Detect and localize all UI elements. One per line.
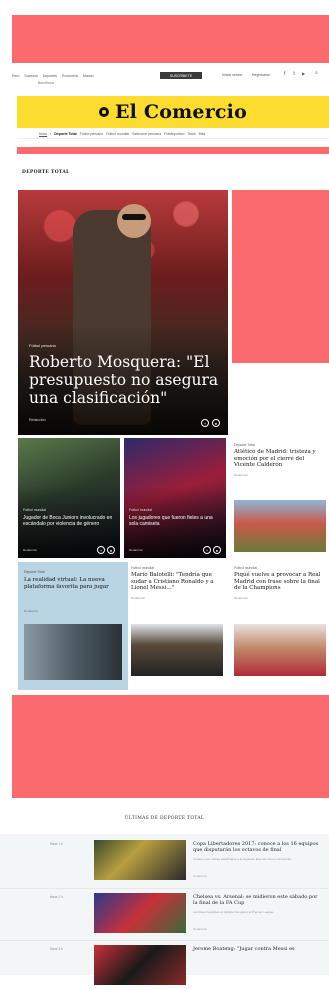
- article-kicker[interactable]: Deporte Total: [234, 443, 326, 447]
- item-image[interactable]: [94, 840, 186, 880]
- top-ad-banner[interactable]: [12, 15, 329, 63]
- item-image[interactable]: [94, 893, 186, 933]
- card-title[interactable]: Los jugadores que fueron fieles a una so…: [129, 515, 221, 527]
- article-card[interactable]: Fútbol mundial Jugador de Boca Juniors i…: [18, 438, 120, 558]
- article-byline: Redacción: [234, 472, 249, 477]
- nav-section[interactable]: Deporte Total: [54, 132, 76, 136]
- text-article[interactable]: Fútbol mundial Mario Balotelli: "Tendría…: [131, 566, 225, 600]
- login-link[interactable]: Iniciar sesión: [222, 73, 242, 77]
- side-ad-banner[interactable]: [232, 190, 329, 363]
- article-kicker[interactable]: Fútbol mundial: [131, 566, 225, 570]
- hero-kicker[interactable]: Fútbol peruano: [29, 343, 56, 348]
- section-title: DEPORTE TOTAL: [22, 170, 70, 175]
- share-icon[interactable]: +: [203, 546, 211, 554]
- bottom-ad-banner[interactable]: [12, 695, 329, 798]
- register-link[interactable]: Registrarse: [252, 73, 270, 77]
- article-byline: Redacción: [24, 609, 39, 613]
- article-title[interactable]: Mario Balotelli: "Tendría que sudar a Cr…: [131, 572, 225, 592]
- text-article[interactable]: Fútbol mundial Piqué vuelve a provocar a…: [234, 566, 326, 600]
- card-kicker[interactable]: Fútbol mundial: [129, 508, 152, 512]
- item-title[interactable]: Copa Libertadores 2017: conoce a los 16 …: [193, 841, 321, 853]
- article-card[interactable]: Fútbol mundial Los jugadores que fueron …: [124, 438, 226, 558]
- facebook-icon[interactable]: f: [284, 71, 285, 77]
- item-byline: Redacción: [193, 927, 208, 931]
- item-meta: Hace 1 h: [50, 842, 63, 846]
- stadium-image[interactable]: [234, 500, 326, 552]
- logo-icon: [99, 107, 109, 117]
- article-byline: Redacción: [234, 595, 249, 600]
- latest-list: Hace 1 h Copa Libertadores 2017: conoce …: [0, 834, 329, 985]
- card-title[interactable]: Jugador de Boca Juniors involucrado en e…: [23, 515, 115, 527]
- article-title[interactable]: La realidad virtual: La nueva plataforma…: [24, 577, 120, 590]
- topbar-link-sucesos[interactable]: Sucesos: [24, 74, 37, 78]
- site-logo[interactable]: El Comercio: [115, 101, 247, 123]
- nav-item[interactable]: Selección peruana: [132, 132, 161, 136]
- twitter-icon[interactable]: 𝕥: [293, 71, 295, 77]
- article-byline: Redacción: [131, 595, 146, 600]
- topbar-link-mundo[interactable]: Mundo: [83, 74, 94, 78]
- youtube-icon[interactable]: ▶: [302, 71, 305, 76]
- hero-article[interactable]: Fútbol peruano Roberto Mosquera: "El pre…: [18, 190, 228, 435]
- topbar-link-peru[interactable]: Perú: [12, 74, 19, 78]
- article-kicker[interactable]: Fútbol mundial: [234, 566, 326, 570]
- section-nav: Inicio › Deporte Total Fútbol peruano Fú…: [17, 129, 329, 139]
- card-byline: Redacción: [23, 548, 38, 552]
- item-meta: Hace 3 h: [50, 947, 63, 951]
- nav-item[interactable]: Tenis: [187, 132, 195, 136]
- item-byline: Redacción: [193, 874, 208, 878]
- hero-actions: + ●: [201, 419, 220, 427]
- hero-byline: Redacción: [29, 418, 46, 422]
- item-description: Conoce a los clubes clasificados a la si…: [193, 857, 292, 861]
- nav-item[interactable]: Fútbol peruano: [80, 132, 104, 136]
- hero-figure-head: [117, 204, 151, 238]
- subscribe-button[interactable]: SUSCRÍBETE: [160, 72, 202, 79]
- comment-icon[interactable]: ●: [212, 419, 220, 427]
- featured-article[interactable]: Deporte Total La realidad virtual: La nu…: [18, 562, 128, 690]
- list-item[interactable]: Hace 1 h Copa Libertadores 2017: conoce …: [0, 836, 329, 884]
- nav-home[interactable]: Inicio: [39, 132, 47, 136]
- article-title[interactable]: Atlético de Madrid: tristeza y emoción p…: [234, 449, 326, 469]
- topbar-link-deportes[interactable]: Deportes: [43, 74, 57, 78]
- nav-item[interactable]: Más: [199, 132, 206, 136]
- comment-icon[interactable]: ●: [213, 546, 221, 554]
- balotelli-image[interactable]: [131, 624, 223, 676]
- list-item[interactable]: Hace 2 h Chelsea vs. Arsenal: se midiero…: [0, 888, 329, 937]
- nav-item[interactable]: Polideportivo: [164, 132, 184, 136]
- article-title[interactable]: Piqué vuelve a provocar a Real Madrid co…: [234, 572, 326, 592]
- search-icon[interactable]: ⌕: [315, 70, 318, 76]
- list-item[interactable]: Hace 3 h Jerome Boateng: "Jugar contra M…: [0, 940, 329, 989]
- ad-strip[interactable]: [17, 147, 329, 154]
- chevron-right-icon: ›: [50, 131, 52, 136]
- item-meta: Hace 2 h: [50, 895, 63, 899]
- benefits-link[interactable]: Beneficios: [38, 81, 54, 85]
- article-kicker[interactable]: Deporte Total: [24, 570, 45, 574]
- masthead[interactable]: El Comercio: [17, 96, 329, 128]
- comment-icon[interactable]: ●: [107, 546, 115, 554]
- top-bar: Perú Sucesos Deportes Economía Mundo SUS…: [12, 68, 318, 85]
- item-description: Los blues buscaban el doblete tras ganar…: [193, 910, 275, 914]
- vr-image[interactable]: [24, 624, 122, 680]
- latest-section-title: ÚLTIMAS DE DEPORTE TOTAL: [124, 816, 205, 821]
- share-icon[interactable]: +: [97, 546, 105, 554]
- hero-figure-glasses: [122, 214, 146, 220]
- card-kicker[interactable]: Fútbol mundial: [23, 508, 46, 512]
- item-title[interactable]: Jerome Boateng: "Jugar contra Messi es: [193, 946, 321, 952]
- card-actions: + ●: [97, 546, 115, 554]
- nav-item[interactable]: Fútbol mundial: [106, 132, 129, 136]
- card-actions: + ●: [203, 546, 221, 554]
- item-title[interactable]: Chelsea vs. Arsenal: se midieron este sá…: [193, 894, 321, 906]
- pique-image[interactable]: [234, 624, 326, 676]
- text-article[interactable]: Deporte Total Atlético de Madrid: triste…: [234, 443, 326, 477]
- item-image[interactable]: [94, 945, 186, 985]
- hero-headline[interactable]: Roberto Mosquera: "El presupuesto no ase…: [29, 353, 219, 407]
- topbar-link-economia[interactable]: Economía: [62, 74, 78, 78]
- card-byline: Redacción: [129, 548, 144, 552]
- share-icon[interactable]: +: [201, 419, 209, 427]
